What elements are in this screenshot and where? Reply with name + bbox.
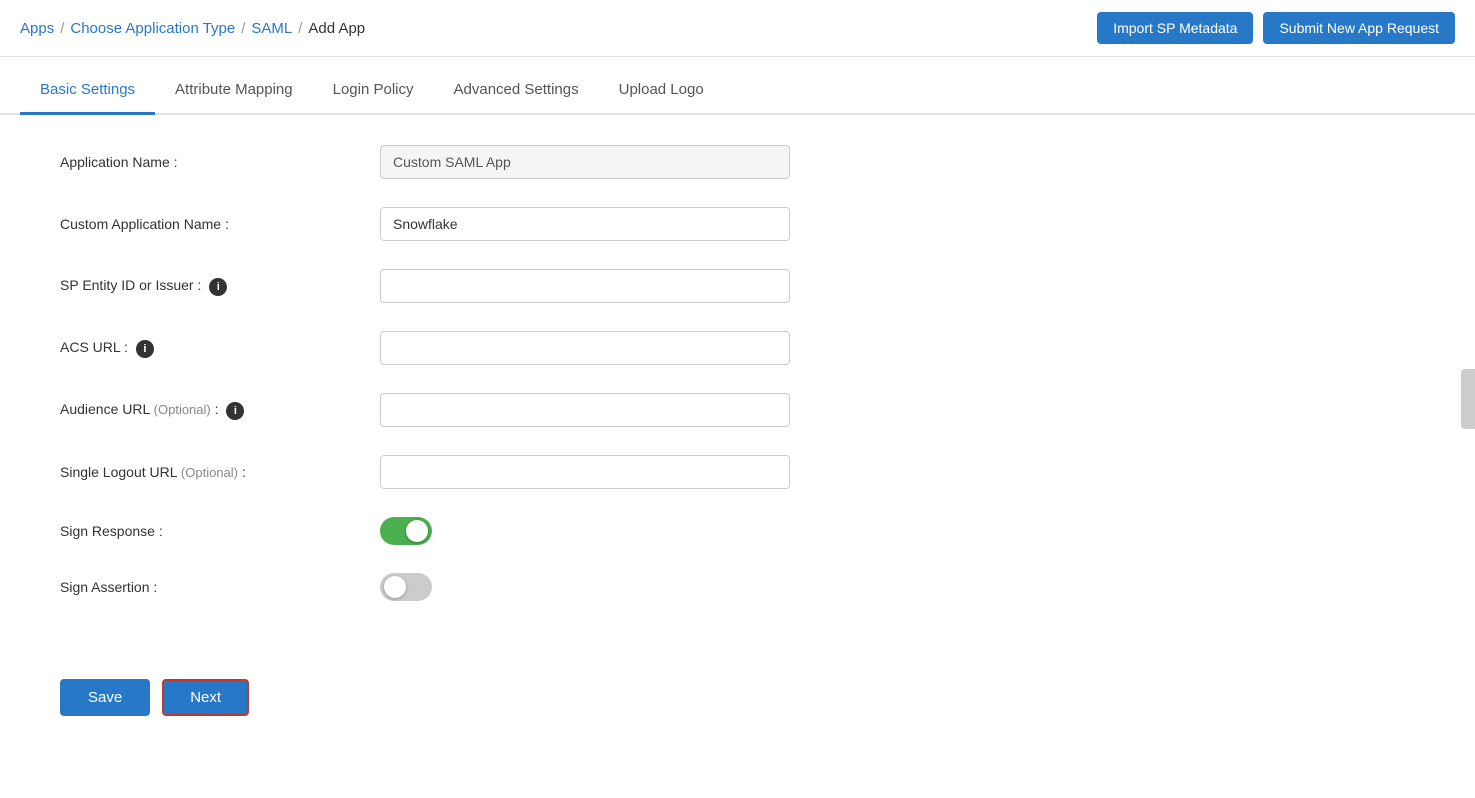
next-button[interactable]: Next (162, 679, 249, 716)
toggle-sign-assertion-slider (380, 573, 432, 601)
field-row-custom-application-name: Custom Application Name : (60, 207, 940, 241)
breadcrumb-sep-1: / (60, 20, 64, 37)
label-single-logout-url: Single Logout URL (Optional) : (60, 464, 380, 480)
breadcrumb-add-app: Add App (308, 20, 365, 37)
submit-new-app-request-button[interactable]: Submit New App Request (1263, 12, 1455, 44)
tabs-container: Basic Settings Attribute Mapping Login P… (0, 67, 1475, 115)
breadcrumb-sep-3: / (298, 20, 302, 37)
save-button[interactable]: Save (60, 679, 150, 716)
breadcrumb: Apps / Choose Application Type / SAML / … (20, 20, 365, 37)
toggle-sign-response-slider (380, 517, 432, 545)
label-audience-url: Audience URL (Optional) : i (60, 401, 380, 420)
scrollbar-indicator (1461, 369, 1475, 429)
label-acs-url: ACS URL : i (60, 339, 380, 358)
info-icon-audience-url[interactable]: i (226, 402, 244, 420)
breadcrumb-sep-2: / (241, 20, 245, 37)
field-row-audience-url: Audience URL (Optional) : i (60, 393, 940, 427)
field-row-sp-entity-id: SP Entity ID or Issuer : i (60, 269, 940, 303)
input-custom-application-name[interactable] (380, 207, 790, 241)
field-row-application-name: Application Name : (60, 145, 940, 179)
tab-basic-settings[interactable]: Basic Settings (20, 67, 155, 115)
tab-advanced-settings[interactable]: Advanced Settings (434, 67, 599, 115)
field-row-sign-assertion: Sign Assertion : (60, 573, 940, 601)
label-application-name: Application Name : (60, 154, 380, 170)
info-icon-sp-entity-id[interactable]: i (209, 278, 227, 296)
toggle-sign-assertion[interactable] (380, 573, 432, 601)
input-acs-url[interactable] (380, 331, 790, 365)
label-custom-application-name: Custom Application Name : (60, 216, 380, 232)
field-row-acs-url: ACS URL : i (60, 331, 940, 365)
breadcrumb-saml[interactable]: SAML (251, 20, 292, 37)
page-header: Apps / Choose Application Type / SAML / … (0, 0, 1475, 57)
tab-login-policy[interactable]: Login Policy (313, 67, 434, 115)
form-container: Application Name : Custom Application Na… (0, 115, 1000, 659)
input-sp-entity-id[interactable] (380, 269, 790, 303)
header-buttons: Import SP Metadata Submit New App Reques… (1097, 12, 1455, 44)
input-single-logout-url[interactable] (380, 455, 790, 489)
input-audience-url[interactable] (380, 393, 790, 427)
label-sign-assertion: Sign Assertion : (60, 579, 380, 595)
toggle-sign-response[interactable] (380, 517, 432, 545)
label-sign-response: Sign Response : (60, 523, 380, 539)
breadcrumb-choose-app[interactable]: Choose Application Type (70, 20, 235, 37)
label-sp-entity-id: SP Entity ID or Issuer : i (60, 277, 380, 296)
input-application-name (380, 145, 790, 179)
import-sp-metadata-button[interactable]: Import SP Metadata (1097, 12, 1253, 44)
bottom-buttons: Save Next (0, 659, 1475, 736)
info-icon-acs-url[interactable]: i (136, 340, 154, 358)
field-row-sign-response: Sign Response : (60, 517, 940, 545)
tab-attribute-mapping[interactable]: Attribute Mapping (155, 67, 313, 115)
tab-upload-logo[interactable]: Upload Logo (599, 67, 724, 115)
field-row-single-logout-url: Single Logout URL (Optional) : (60, 455, 940, 489)
breadcrumb-apps[interactable]: Apps (20, 20, 54, 37)
